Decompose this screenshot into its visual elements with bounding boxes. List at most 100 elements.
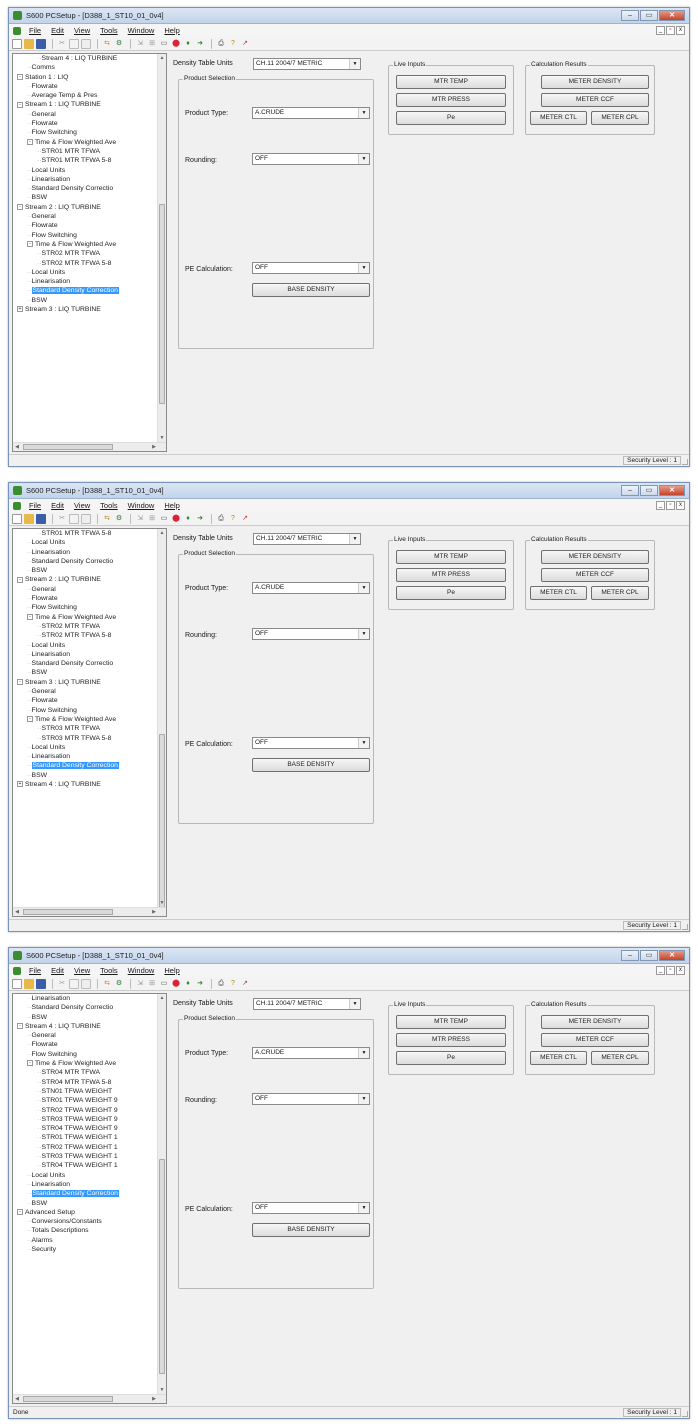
link-icon[interactable]: ⊞ [147, 39, 157, 49]
tree-item[interactable]: ··STR04 MTR TFWA 5-8 [13, 1078, 157, 1087]
collapse-icon[interactable]: - [17, 203, 23, 210]
collapse-icon[interactable]: - [27, 138, 33, 145]
scroll-left-icon[interactable]: ◀ [13, 443, 21, 451]
tree-item[interactable]: + Stream 4 : LIQ TURBINE [13, 780, 157, 789]
tree-item[interactable]: ··General [13, 212, 157, 221]
menu-help[interactable]: Help [164, 966, 179, 975]
tree-item[interactable]: ··BSW [13, 771, 157, 780]
tree-item[interactable]: ··Flowrate [13, 119, 157, 128]
connect-icon[interactable]: ⇆ [102, 979, 112, 989]
link-icon[interactable]: ⊞ [147, 979, 157, 989]
compare-icon[interactable]: ⇲ [135, 39, 145, 49]
menu-edit[interactable]: Edit [51, 501, 64, 510]
close-button[interactable]: ✕ [659, 10, 685, 21]
stop-icon[interactable]: ⬤ [171, 979, 181, 989]
new-icon[interactable] [12, 978, 22, 989]
chevron-down-icon[interactable]: ▼ [358, 583, 369, 593]
menu-edit[interactable]: Edit [51, 966, 64, 975]
tree-item[interactable]: - Stream 1 : LIQ TURBINE [13, 100, 157, 109]
density-table-units-select[interactable]: CH.11 2004/7 METRIC ▼ [253, 58, 361, 70]
tree-item[interactable]: ··General [13, 585, 157, 594]
menu-file[interactable]: File [29, 966, 41, 975]
context-help-icon[interactable]: ↗ [240, 514, 250, 524]
tree-item[interactable]: ··Linearisation [13, 650, 157, 659]
context-help-icon[interactable]: ↗ [240, 39, 250, 49]
copy-icon[interactable] [69, 978, 79, 989]
tree-item[interactable]: ··General [13, 687, 157, 696]
tree-item[interactable]: ··STR02 MTR TFWA [13, 249, 157, 258]
tree-item[interactable]: ··BSW [13, 1199, 157, 1208]
stop-icon[interactable]: ⬤ [171, 39, 181, 49]
tree-item[interactable]: ··BSW [13, 566, 157, 575]
mtr-temp-button[interactable]: MTR TEMP [396, 1015, 506, 1029]
mdi-restore-button[interactable]: ▫ [666, 966, 675, 975]
help-icon[interactable]: ? [228, 39, 238, 49]
chevron-down-icon[interactable]: ▼ [358, 629, 369, 639]
new-icon[interactable] [12, 38, 22, 49]
collapse-icon[interactable]: - [27, 613, 33, 620]
menu-window[interactable]: Window [128, 501, 155, 510]
tree-item[interactable]: ··BSW [13, 296, 157, 305]
meter-ccf-button[interactable]: METER CCF [541, 568, 649, 582]
run-icon[interactable]: ♦ [183, 514, 193, 524]
tree-item[interactable]: - Stream 3 : LIQ TURBINE [13, 678, 157, 687]
tree-item[interactable]: - Time & Flow Weighted Ave [13, 715, 157, 724]
meter-ctl-button[interactable]: METER CTL [530, 111, 587, 125]
meter-ccf-button[interactable]: METER CCF [541, 93, 649, 107]
expand-icon[interactable]: + [17, 306, 23, 313]
chevron-down-icon[interactable]: ▼ [358, 154, 369, 164]
scroll-thumb[interactable] [23, 909, 113, 915]
tree-item[interactable]: ··STR02 MTR TFWA 5-8 [13, 631, 157, 640]
scroll-thumb[interactable] [23, 444, 113, 450]
pe-button[interactable]: Pe [396, 586, 506, 600]
tree-item[interactable]: ··STR01 MTR TFWA 5-8 [13, 529, 157, 538]
pe-calculation-select[interactable]: OFF ▼ [252, 262, 370, 274]
collapse-icon[interactable]: - [17, 576, 23, 583]
tree-item[interactable]: - Stream 2 : LIQ TURBINE [13, 575, 157, 584]
product-type-select[interactable]: A.CRUDE ▼ [252, 582, 370, 594]
chevron-down-icon[interactable]: ▼ [349, 999, 360, 1009]
menu-tools[interactable]: Tools [100, 966, 118, 975]
config-tree[interactable]: ··Linearisation ··Standard Density Correc… [12, 993, 167, 1404]
chevron-down-icon[interactable]: ▼ [349, 534, 360, 544]
mdi-restore-button[interactable]: ▫ [666, 501, 675, 510]
window-icon[interactable]: ▭ [159, 979, 169, 989]
tree-item[interactable]: - Stream 2 : LIQ TURBINE [13, 203, 157, 212]
base-density-button[interactable]: BASE DENSITY [252, 283, 370, 297]
tree-item[interactable]: - Station 1 : LIQ [13, 73, 157, 82]
mdi-restore-button[interactable]: ▫ [666, 26, 675, 35]
tree-item[interactable]: ··Linearisation [13, 277, 157, 286]
help-icon[interactable]: ? [228, 979, 238, 989]
document-icon[interactable] [13, 501, 21, 510]
mdi-close-button[interactable]: x [676, 501, 685, 510]
tree-item[interactable]: - Stream 4 : LIQ TURBINE [13, 1022, 157, 1031]
minimize-button[interactable]: – [621, 10, 639, 21]
rounding-select[interactable]: OFF ▼ [252, 153, 370, 165]
chevron-down-icon[interactable]: ▼ [358, 263, 369, 273]
tree-item[interactable]: ··BSW [13, 1013, 157, 1022]
scroll-thumb[interactable] [159, 1159, 165, 1374]
tree-item[interactable]: ··Alarms [13, 1236, 157, 1245]
density-table-units-select[interactable]: CH.11 2004/7 METRIC ▼ [253, 533, 361, 545]
scroll-thumb[interactable] [159, 204, 165, 404]
mdi-minimize-button[interactable]: _ [656, 26, 665, 35]
mtr-press-button[interactable]: MTR PRESS [396, 568, 506, 582]
help-icon[interactable]: ? [228, 514, 238, 524]
print-icon[interactable]: ⎙ [216, 514, 226, 524]
menu-file[interactable]: File [29, 501, 41, 510]
tree-item[interactable]: ··Linearisation [13, 1180, 157, 1189]
tree-item[interactable]: ··Linearisation [13, 175, 157, 184]
cut-icon[interactable]: ✂ [57, 514, 67, 524]
rounding-select[interactable]: OFF ▼ [252, 628, 370, 640]
config-tree[interactable]: ··Stream 4 : LIQ TURBINE ··Comms - Station … [12, 53, 167, 452]
tree-item[interactable]: ··STR04 TFWA WEIGHT 1 [13, 1161, 157, 1170]
base-density-button[interactable]: BASE DENSITY [252, 1223, 370, 1237]
meter-cpl-button[interactable]: METER CPL [591, 586, 649, 600]
chevron-down-icon[interactable]: ▼ [358, 1048, 369, 1058]
minimize-button[interactable]: – [621, 950, 639, 961]
transfer-icon[interactable]: ⚙ [114, 39, 124, 49]
tree-item[interactable]: ··Flow Switching [13, 706, 157, 715]
tree-item[interactable]: ··STR04 TFWA WEIGHT 9 [13, 1124, 157, 1133]
tree-item[interactable]: ··Local Units [13, 1171, 157, 1180]
minimize-button[interactable]: – [621, 485, 639, 496]
